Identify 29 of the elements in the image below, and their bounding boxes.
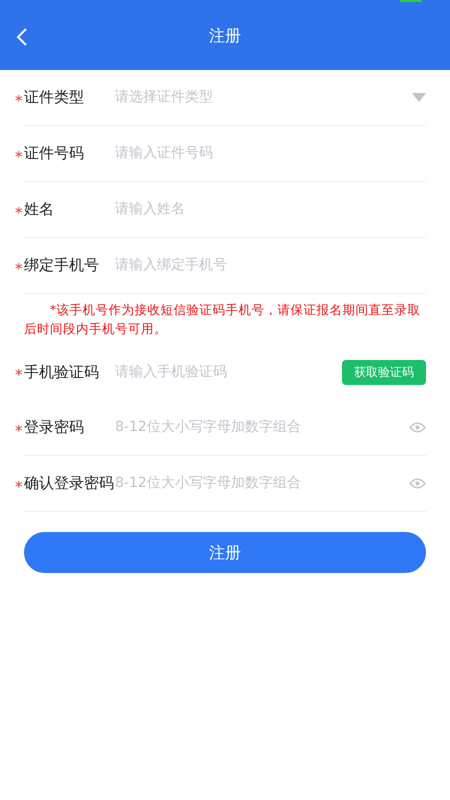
- dropdown-icon[interactable]: [412, 93, 426, 102]
- register-button[interactable]: 注册: [24, 532, 426, 573]
- required-mark: *: [15, 421, 22, 442]
- field-label: 确认登录密码: [24, 473, 114, 494]
- field-label: 姓名: [24, 199, 55, 220]
- eye-icon[interactable]: [409, 422, 426, 433]
- required-mark: *: [15, 477, 22, 498]
- input-field[interactable]: 请输入绑定手机号: [115, 255, 426, 276]
- input-field[interactable]: 请输入姓名: [115, 199, 426, 220]
- required-mark: *: [15, 259, 22, 280]
- input-field[interactable]: 8-12位大小写字母加数字组合: [115, 473, 409, 494]
- input-field[interactable]: 请输入手机验证码: [115, 362, 342, 382]
- eye-icon[interactable]: [409, 478, 426, 489]
- input-field[interactable]: 请输入证件号码: [115, 143, 426, 164]
- get-code-button[interactable]: 获取验证码: [342, 360, 426, 384]
- field-label: 证件号码: [24, 143, 85, 164]
- field-label: 登录密码: [24, 417, 85, 438]
- field-label: 绑定手机号: [24, 255, 100, 276]
- field-label: 证件类型: [24, 87, 85, 108]
- select-field[interactable]: 请选择证件类型: [115, 87, 412, 108]
- page-title: 注册: [209, 25, 241, 47]
- field-label: 手机验证码: [24, 362, 100, 383]
- required-mark: *: [15, 365, 22, 386]
- input-field[interactable]: 8-12位大小写字母加数字组合: [115, 417, 409, 438]
- required-mark: *: [15, 147, 22, 168]
- required-mark: *: [15, 91, 22, 112]
- phone-note: *该手机号作为接收短信验证码手机号，请保证报名期间直至录取后时间段内手机号可用。: [24, 301, 422, 338]
- required-mark: *: [15, 203, 22, 224]
- back-icon[interactable]: [16, 28, 28, 46]
